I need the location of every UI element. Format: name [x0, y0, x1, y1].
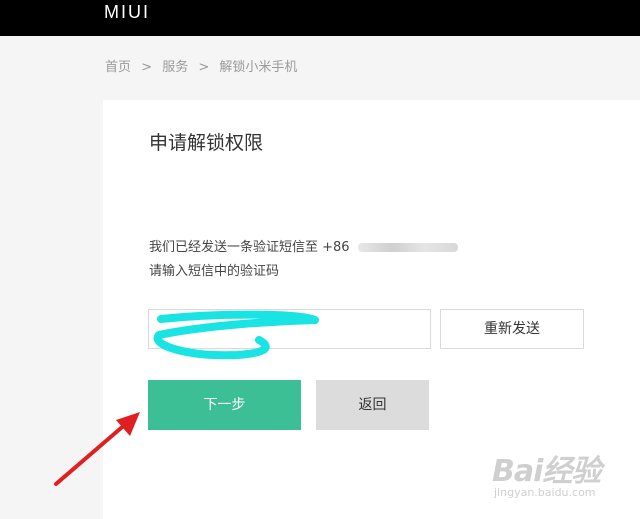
back-button[interactable]: 返回	[316, 380, 429, 430]
breadcrumb-item-home[interactable]: 首页	[105, 56, 131, 75]
breadcrumb: 首页 > 服务 > 解锁小米手机	[105, 56, 297, 75]
sms-sent-text: 我们已经发送一条验证短信至 +86	[149, 240, 350, 255]
sms-sent-message: 我们已经发送一条验证短信至 +86	[149, 236, 458, 255]
breadcrumb-separator: >	[198, 60, 210, 75]
next-step-button[interactable]: 下一步	[148, 380, 301, 430]
baidu-jingyan-watermark: Bai经验 jingyan.baidu.com	[492, 446, 601, 499]
watermark-url: jingyan.baidu.com	[494, 486, 596, 499]
masked-phone-number	[357, 243, 458, 252]
breadcrumb-separator: >	[141, 60, 153, 75]
top-bar: MIUI	[0, 0, 640, 36]
enter-code-hint: 请输入短信中的验证码	[149, 264, 280, 279]
miui-logo[interactable]: MIUI	[104, 2, 150, 23]
resend-button[interactable]: 重新发送	[440, 309, 584, 349]
watermark-brand: Bai经验	[492, 454, 601, 489]
annotation-arrow-icon	[54, 412, 140, 486]
breadcrumb-item-service[interactable]: 服务	[162, 56, 188, 75]
breadcrumb-item-unlock: 解锁小米手机	[219, 60, 298, 75]
page-title: 申请解锁权限	[149, 132, 264, 154]
redaction-scribble	[153, 310, 319, 360]
